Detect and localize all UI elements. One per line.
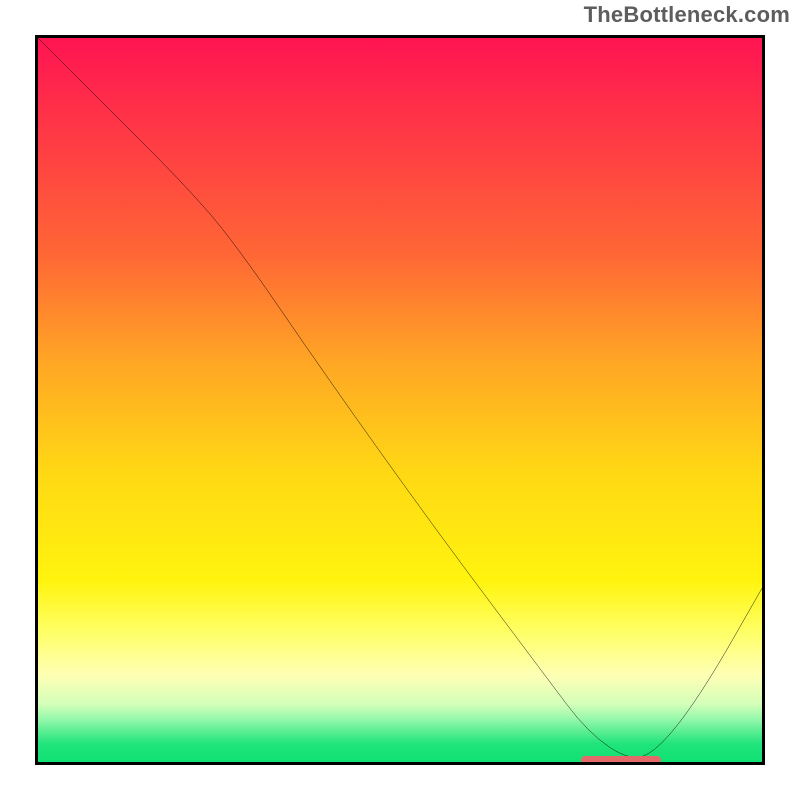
bottleneck-curve-svg <box>38 38 762 762</box>
bottleneck-curve-path <box>38 38 762 757</box>
optimum-range-marker <box>581 756 661 764</box>
chart-frame: TheBottleneck.com <box>0 0 800 800</box>
attribution-text: TheBottleneck.com <box>584 2 790 28</box>
plot-area <box>35 35 765 765</box>
